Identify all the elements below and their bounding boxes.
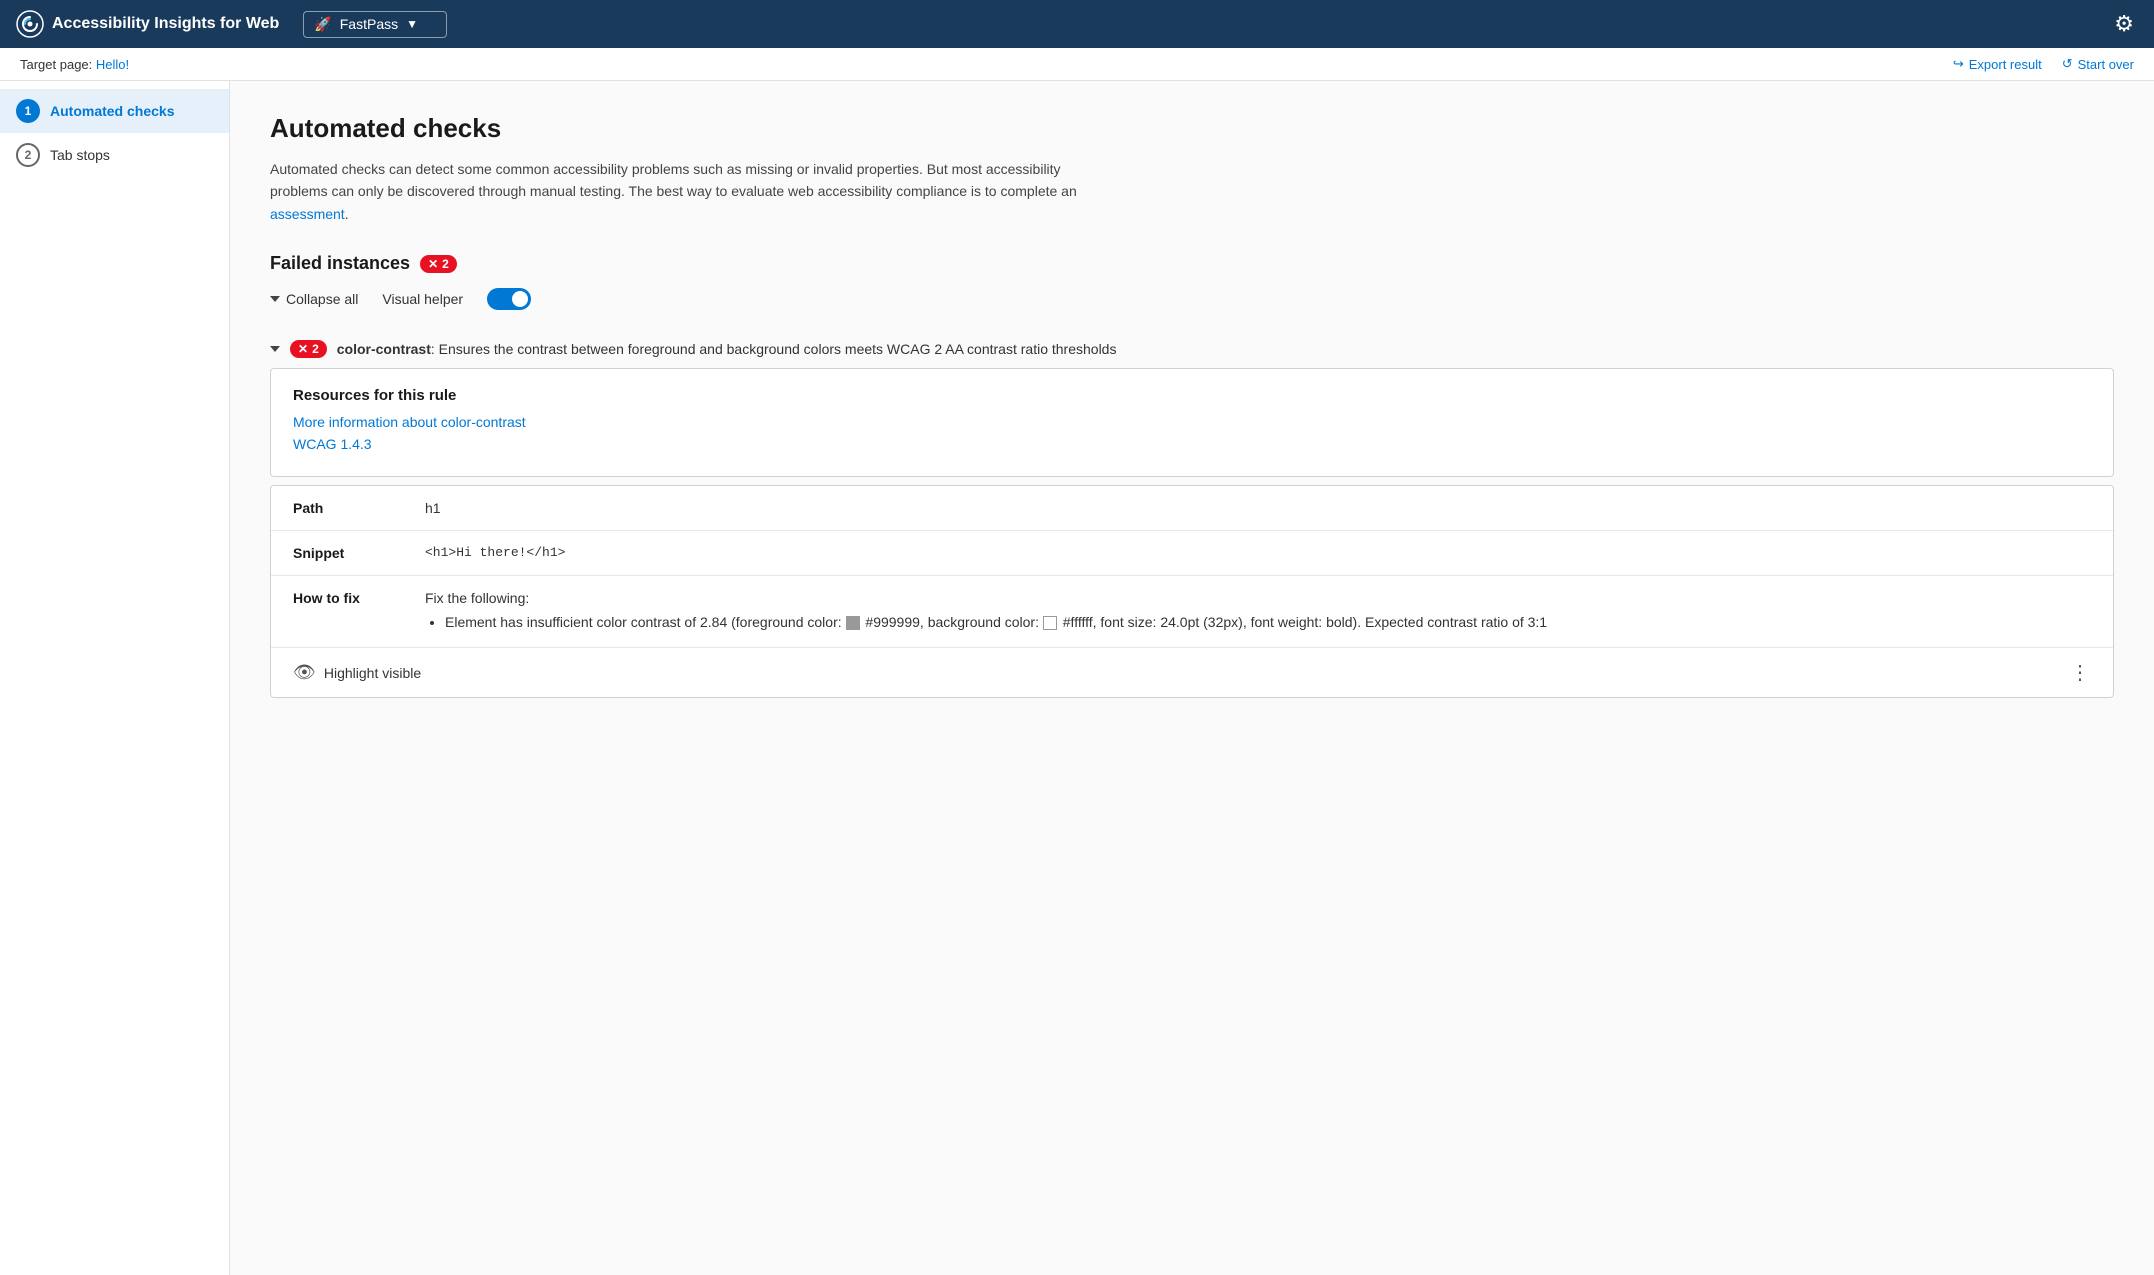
sidebar-item-automated-checks[interactable]: 1 Automated checks [0,89,229,133]
failed-count-badge: ✕ 2 [420,255,457,273]
collapse-all-button[interactable]: Collapse all [270,291,358,307]
rule-fail-badge: ✕ 2 [290,340,327,358]
target-bar: Target page: Hello! ↪ Export result ↺ St… [0,48,2154,81]
visual-helper-label: Visual helper [382,291,463,307]
export-result-button[interactable]: ↪ Export result [1953,56,2042,72]
eye-icon: 👁 [293,662,316,683]
sidebar-item-tab-stops[interactable]: 2 Tab stops [0,133,229,177]
page-description: Automated checks can detect some common … [270,158,1090,225]
snippet-row: Snippet <h1>Hi there!</h1> [271,530,2113,575]
path-row: Path h1 [271,486,2113,530]
snippet-value: <h1>Hi there!</h1> [425,545,2091,560]
fix-list: Element has insufficient color contrast … [425,612,2091,633]
settings-button[interactable]: ⚙ [2110,7,2138,41]
resource-link-color-contrast[interactable]: More information about color-contrast [293,414,2091,430]
more-icon: ⋮ [2070,662,2091,684]
rule-name: color-contrast: Ensures the contrast bet… [337,341,1117,357]
failed-count: 2 [442,257,449,271]
rule-collapse-icon [270,346,280,352]
background-swatch [1043,616,1057,630]
target-page-link[interactable]: Hello! [96,57,129,72]
main-content: Automated checks Automated checks can de… [230,81,2154,1275]
visual-helper-toggle[interactable] [487,288,531,310]
page-title: Automated checks [270,113,2114,144]
chevron-down-icon: ▼ [406,17,418,31]
fix-row: How to fix Fix the following: Element ha… [271,575,2113,647]
resources-card: Resources for this rule More information… [270,368,2114,477]
gear-icon: ⚙ [2114,11,2134,36]
app-header: Accessibility Insights for Web 🚀 FastPas… [0,0,2154,48]
sidebar: 1 Automated checks 2 Tab stops [0,81,230,1275]
highlight-footer: 👁 Highlight visible ⋮ [271,647,2113,697]
failed-title: Failed instances [270,253,410,274]
main-layout: 1 Automated checks 2 Tab stops Automated… [0,81,2154,1275]
export-icon: ↪ [1953,56,1964,72]
assessment-link[interactable]: assessment [270,206,345,222]
failed-instances-header: Failed instances ✕ 2 [270,253,2114,274]
target-page-text: Target page: Hello! [20,57,129,72]
rule-header[interactable]: ✕ 2 color-contrast: Ensures the contrast… [270,330,2114,368]
sidebar-label-tabstops: Tab stops [50,147,110,163]
path-value: h1 [425,500,2091,516]
x-icon: ✕ [428,257,438,271]
refresh-icon: ↺ [2062,56,2073,72]
fix-content: Fix the following: Element has insuffici… [425,590,2091,633]
snippet-label: Snippet [293,545,413,561]
chevron-down-icon [270,296,280,302]
app-title: Accessibility Insights for Web [52,15,279,33]
resources-title: Resources for this rule [293,387,2091,404]
highlight-visible-button[interactable]: 👁 Highlight visible [293,662,421,683]
rule-fail-count: 2 [312,342,319,356]
foreground-swatch [846,616,860,630]
target-actions: ↪ Export result ↺ Start over [1953,56,2134,72]
fastpass-rocket-icon: 🚀 [314,16,331,33]
nav-number-1: 1 [16,99,40,123]
nav-number-2: 2 [16,143,40,167]
path-label: Path [293,500,413,516]
sidebar-label-automated: Automated checks [50,103,174,119]
resource-link-wcag[interactable]: WCAG 1.4.3 [293,436,2091,452]
more-options-button[interactable]: ⋮ [2070,660,2091,685]
rule-section-color-contrast: ✕ 2 color-contrast: Ensures the contrast… [270,330,2114,698]
logo-icon [16,10,44,38]
detail-card: Path h1 Snippet <h1>Hi there!</h1> How t… [270,485,2114,698]
fix-item: Element has insufficient color contrast … [445,612,2091,633]
controls-bar: Collapse all Visual helper [270,288,2114,310]
start-over-button[interactable]: ↺ Start over [2062,56,2134,72]
resources-section: Resources for this rule More information… [271,369,2113,476]
x-icon: ✕ [298,342,308,356]
fix-label: How to fix [293,590,413,606]
fastpass-label: FastPass [340,16,398,32]
fastpass-dropdown[interactable]: 🚀 FastPass ▼ [303,11,447,38]
app-logo: Accessibility Insights for Web [16,10,279,38]
